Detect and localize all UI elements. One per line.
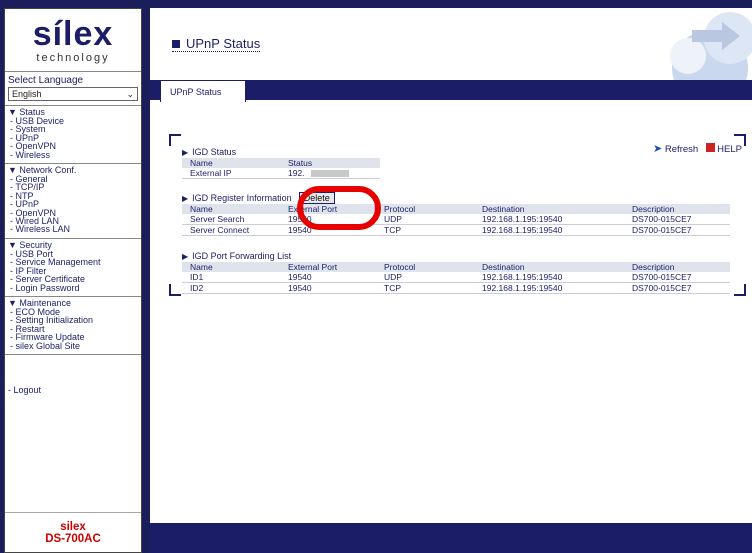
header: UPnP Status (150, 8, 752, 80)
menu-group: ▼ Maintenance - ECO Mode - Setting Initial… (5, 297, 141, 355)
logo: sílex technology (5, 9, 141, 72)
igd-register-title: IGD Register Information (192, 193, 292, 203)
language-box: Select Language English ⌄ (5, 72, 141, 106)
page-title: UPnP Status (172, 36, 261, 52)
table-cell: ID1 (182, 272, 280, 283)
column-header: Protocol (376, 262, 474, 272)
column-header: External Port (280, 262, 376, 272)
main-panel: UPnP Status UPnP Status ➤ Refresh HELP ▶… (150, 8, 752, 553)
table-row: Server Search 19540 UDP 192.168.1.195:19540… (182, 214, 730, 225)
column-header: Name (182, 158, 280, 168)
table-cell: TCP (376, 282, 474, 294)
menu-group: ▼ Network Conf. - General - TCP/IP - NTP - U… (5, 164, 141, 239)
igd-register-table: Name External Port Protocol Destination Desc… (182, 204, 730, 236)
table-row: External IP 192. (182, 168, 380, 179)
chevron-down-icon: ⌄ (126, 88, 134, 99)
table-cell: 19540 (280, 282, 376, 294)
table-cell: DS700-015CE7 (624, 214, 730, 225)
column-header: Name (182, 204, 280, 214)
igd-status-section: ▶ IGD Status Name Status External IP 192. (182, 146, 380, 179)
column-header: Destination (474, 204, 624, 214)
table-cell: TCP (376, 224, 474, 236)
model-box: silex DS-700AC (5, 512, 141, 552)
column-header: Name (182, 262, 280, 272)
table-cell: DS700-015CE7 (624, 282, 730, 294)
language-label: Select Language (8, 75, 84, 86)
language-value: English (12, 89, 42, 99)
annotation-circle (297, 186, 381, 230)
table-cell: 192.168.1.195:19540 (474, 224, 624, 236)
igd-forward-title: IGD Port Forwarding List (192, 251, 292, 261)
model-brand: silex (60, 521, 86, 533)
igd-status-table: Name Status External IP 192. (182, 158, 380, 179)
logout-link[interactable]: - Logout (5, 355, 141, 395)
table-cell: UDP (376, 214, 474, 225)
column-header: Status (280, 158, 380, 168)
table-cell: 192.168.1.195:19540 (474, 272, 624, 283)
igd-register-section: ▶ IGD Register Information Delete Name Exte… (182, 192, 730, 236)
sidebar: sílex technology Select Language English… (4, 8, 142, 553)
sidebar-item[interactable]: - Wireless LAN (8, 225, 138, 234)
table-cell: UDP (376, 272, 474, 283)
external-ip-cell: 192. (280, 168, 380, 179)
table-row: Server Connect 19540 TCP 192.168.1.195:1954… (182, 224, 730, 236)
table-cell: 192.168.1.195:19540 (474, 214, 624, 225)
igd-status-title: IGD Status (192, 147, 237, 157)
table-cell: DS700-015CE7 (624, 224, 730, 236)
logo-sub: technology (36, 51, 110, 64)
page-title-text: UPnP Status (186, 36, 261, 51)
header-decoration-icon (622, 8, 752, 80)
column-header: Protocol (376, 204, 474, 214)
sidebar-item[interactable]: - Wireless (8, 150, 138, 159)
table-cell: Server Search (182, 214, 280, 225)
tab-upnp-status[interactable]: UPnP Status (160, 80, 246, 102)
column-header: Description (624, 204, 730, 214)
menu-group: ▼ Status - USB Device - System - UPnP - Open… (5, 106, 141, 165)
footer-bar (150, 523, 752, 553)
redacted-block (310, 170, 349, 178)
triangle-right-icon: ▶ (182, 147, 189, 157)
table-cell: 192.168.1.195:19540 (474, 282, 624, 294)
logo-main: sílex (32, 14, 114, 53)
title-square-icon (172, 39, 180, 48)
language-select[interactable]: English ⌄ (8, 87, 138, 101)
table-cell: Server Connect (182, 224, 280, 236)
table-row: ID1 19540 UDP 192.168.1.195:19540 DS700-015C… (182, 272, 730, 283)
table-row: ID2 19540 TCP 192.168.1.195:19540 DS700-015C… (182, 282, 730, 294)
triangle-right-icon: ▶ (182, 193, 189, 203)
table-cell: External IP (182, 168, 280, 179)
table-cell: ID2 (182, 282, 280, 294)
triangle-right-icon: ▶ (182, 251, 189, 261)
table-cell: DS700-015CE7 (624, 272, 730, 283)
table-cell: 19540 (280, 272, 376, 283)
sidebar-item[interactable]: - silex Global Site (8, 341, 138, 350)
igd-forward-section: ▶ IGD Port Forwarding List Name External P… (182, 250, 730, 294)
igd-forward-table: Name External Port Protocol Destination Desc… (182, 262, 730, 294)
column-header: Description (624, 262, 730, 272)
table-cell: 192. (288, 168, 305, 178)
menu-groups: ▼ Status - USB Device - System - UPnP - Open… (5, 106, 141, 355)
column-header: Destination (474, 262, 624, 272)
model-name: DS-700AC (45, 533, 101, 545)
sidebar-item[interactable]: - Login Password (8, 283, 138, 292)
menu-group: ▼ Security - USB Port - Service Management… (5, 239, 141, 297)
